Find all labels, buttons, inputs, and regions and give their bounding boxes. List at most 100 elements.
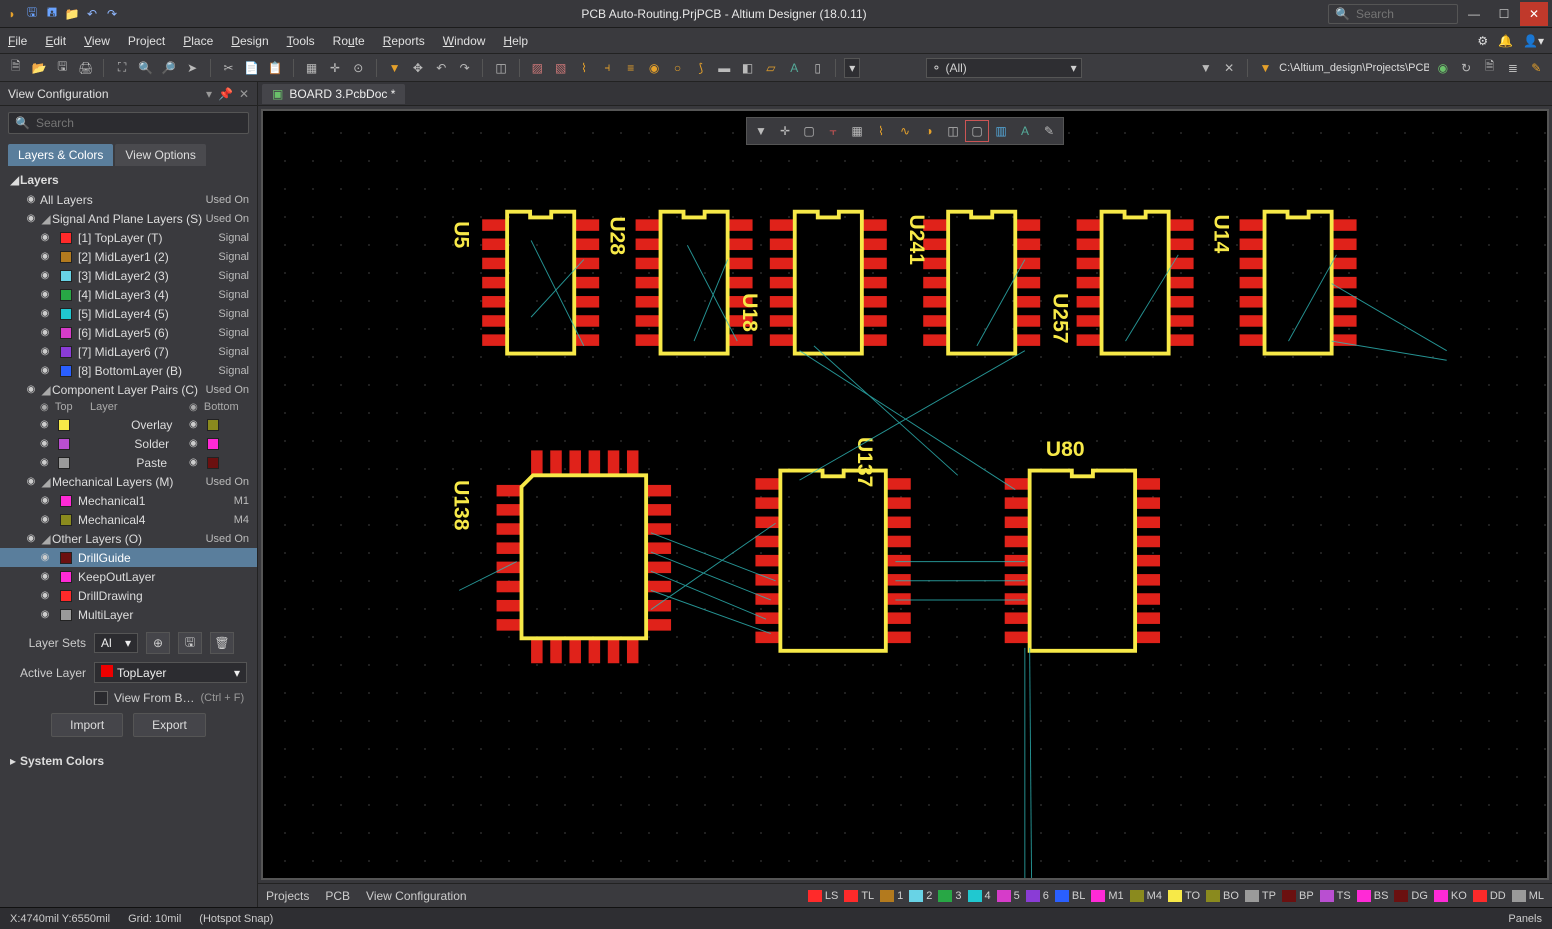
via-icon[interactable]: ◉ [644, 58, 663, 78]
grid-icon[interactable]: ▦ [302, 58, 321, 78]
bus-icon[interactable]: ≡ [621, 58, 640, 78]
eye-icon[interactable]: ◉ [40, 402, 49, 413]
view-from-back-checkbox[interactable] [94, 691, 108, 705]
eye-icon[interactable]: ◉ [22, 213, 40, 224]
snap-icon[interactable]: ✛ [325, 58, 344, 78]
layer-set-add-button[interactable]: ⊕ [146, 632, 170, 654]
menu-place[interactable]: Place [183, 34, 213, 48]
funnel-icon[interactable]: ▼ [1196, 58, 1215, 78]
row-signal-plane-group[interactable]: ◉ ◢ Signal And Plane Layers (S) Used On [0, 209, 257, 228]
eye-icon[interactable]: ◉ [189, 438, 203, 449]
eye-icon[interactable]: ◉ [189, 457, 203, 468]
export-button[interactable]: Export [133, 713, 206, 737]
layer-tab[interactable]: 6 [1026, 890, 1049, 902]
eye-icon[interactable]: ◉ [40, 457, 54, 468]
layer-tab[interactable]: M4 [1130, 890, 1162, 902]
eye-icon[interactable]: ◉ [22, 476, 40, 487]
minimize-button[interactable]: — [1460, 2, 1488, 26]
online-icon[interactable]: ◉ [1433, 58, 1452, 78]
menu-file[interactable]: FFileile [8, 34, 27, 48]
eye-icon[interactable]: ◉ [22, 384, 40, 395]
layer-tab[interactable]: BO [1206, 890, 1239, 902]
color-swatch[interactable] [207, 419, 219, 431]
component-u5[interactable] [482, 212, 599, 354]
menu-edit[interactable]: Edit [45, 34, 66, 48]
layer-tab[interactable]: 1 [880, 890, 903, 902]
eye-icon[interactable]: ◉ [36, 251, 54, 262]
color-swatch[interactable] [60, 514, 72, 526]
eye-icon[interactable]: ◉ [22, 533, 40, 544]
paste-icon[interactable]: 📋 [266, 58, 285, 78]
print-icon[interactable]: 🖨 [76, 58, 95, 78]
layer-tab[interactable]: 4 [968, 890, 991, 902]
component-u80[interactable] [1005, 471, 1160, 651]
layer-row[interactable]: ◉ [8] BottomLayer (B) Signal [0, 361, 257, 380]
eye-icon[interactable]: ◉ [40, 438, 54, 449]
eye-icon[interactable]: ◉ [36, 365, 54, 376]
panel-pin-icon[interactable]: 📌 [218, 87, 233, 101]
color-swatch[interactable] [60, 270, 72, 282]
layer-row[interactable]: ◉ DrillGuide [0, 548, 257, 567]
settings-icon[interactable]: ⚙ [1477, 34, 1488, 48]
page-icon[interactable]: 🗎 [1480, 58, 1499, 78]
redo2-icon[interactable]: ↷ [455, 58, 474, 78]
layer-row[interactable]: ◉ [6] MidLayer5 (6) Signal [0, 323, 257, 342]
layer-tab[interactable]: TL [844, 890, 874, 902]
layer-row[interactable]: ◉ DrillDrawing [0, 586, 257, 605]
layer-pair-row[interactable]: ◉ Solder ◉ [0, 434, 257, 453]
zoom-fit-icon[interactable]: 🔍 [136, 58, 155, 78]
layer-row[interactable]: ◉ KeepOutLayer [0, 567, 257, 586]
notifications-icon[interactable]: 🔔 [1498, 34, 1513, 48]
copy-icon[interactable]: 📄 [242, 58, 261, 78]
pcb-editor[interactable]: ▼ ✛ ▢ ⫟ ▦ ⌇ ∿ ◑ ◫ ▢ ▥ A ✎ [261, 109, 1549, 880]
hatch2-icon[interactable]: ▧ [551, 58, 570, 78]
menu-help[interactable]: Help [503, 34, 528, 48]
system-colors-header[interactable]: ▸System Colors [0, 751, 257, 771]
import-button[interactable]: Import [51, 713, 123, 737]
layer-tab[interactable]: LS [808, 890, 838, 902]
menu-reports[interactable]: Reports [383, 34, 425, 48]
layer-pair-row[interactable]: ◉ Overlay ◉ [0, 415, 257, 434]
tab-view-options[interactable]: View Options [115, 144, 205, 166]
color-swatch[interactable] [60, 289, 72, 301]
route-icon[interactable]: ⌇ [574, 58, 593, 78]
cross-probe-icon[interactable]: ◫ [491, 58, 510, 78]
layer-tab[interactable]: M1 [1091, 890, 1123, 902]
layer-tab[interactable]: TP [1245, 890, 1276, 902]
tab-layers-colors[interactable]: Layers & Colors [8, 144, 113, 166]
color-swatch[interactable] [60, 590, 72, 602]
menu-design[interactable]: Design [231, 34, 268, 48]
color-swatch[interactable] [60, 552, 72, 564]
layer-tab[interactable]: TS [1320, 890, 1351, 902]
zoom-area-icon[interactable]: ⛶ [112, 58, 131, 78]
document-tab[interactable]: ▣ BOARD 3.PcbDoc * [262, 84, 405, 104]
move-icon[interactable]: ✥ [408, 58, 427, 78]
color-swatch[interactable] [207, 457, 219, 469]
funnel2-icon[interactable]: ▼ [1256, 58, 1275, 78]
list-icon[interactable]: ≣ [1503, 58, 1522, 78]
bottom-tab-viewconf[interactable]: View Configuration [366, 889, 467, 903]
layer-row[interactable]: ◉ [7] MidLayer6 (7) Signal [0, 342, 257, 361]
eye-icon[interactable]: ◉ [36, 308, 54, 319]
eye-icon[interactable]: ◉ [36, 289, 54, 300]
panel-close-icon[interactable]: ✕ [239, 87, 249, 101]
arc-icon[interactable]: ⟆ [691, 58, 710, 78]
global-search[interactable]: 🔍 [1328, 4, 1458, 24]
layer-row[interactable]: ◉ [4] MidLayer3 (4) Signal [0, 285, 257, 304]
close-button[interactable]: ✕ [1520, 2, 1548, 26]
row-other-group[interactable]: ◉ ◢ Other Layers (O) Used On [0, 529, 257, 548]
component-u257[interactable] [1077, 212, 1194, 354]
component-u28[interactable] [636, 212, 753, 354]
color-swatch[interactable] [60, 346, 72, 358]
eye-icon[interactable]: ◉ [189, 419, 203, 430]
user-icon[interactable]: 👤▾ [1523, 34, 1544, 48]
component-u137[interactable] [755, 471, 910, 651]
eye-icon[interactable]: ◉ [40, 419, 54, 430]
active-layer-dropdown[interactable]: TopLayer▾ [94, 662, 247, 683]
layer-tab[interactable]: BL [1055, 890, 1085, 902]
panel-search-input[interactable] [36, 116, 242, 130]
layer-row[interactable]: ◉ Mechanical1 M1 [0, 491, 257, 510]
cursor-icon[interactable]: ➤ [182, 58, 201, 78]
eye-icon[interactable]: ◉ [36, 590, 54, 601]
clear-filter-icon[interactable]: ✕ [1219, 58, 1238, 78]
